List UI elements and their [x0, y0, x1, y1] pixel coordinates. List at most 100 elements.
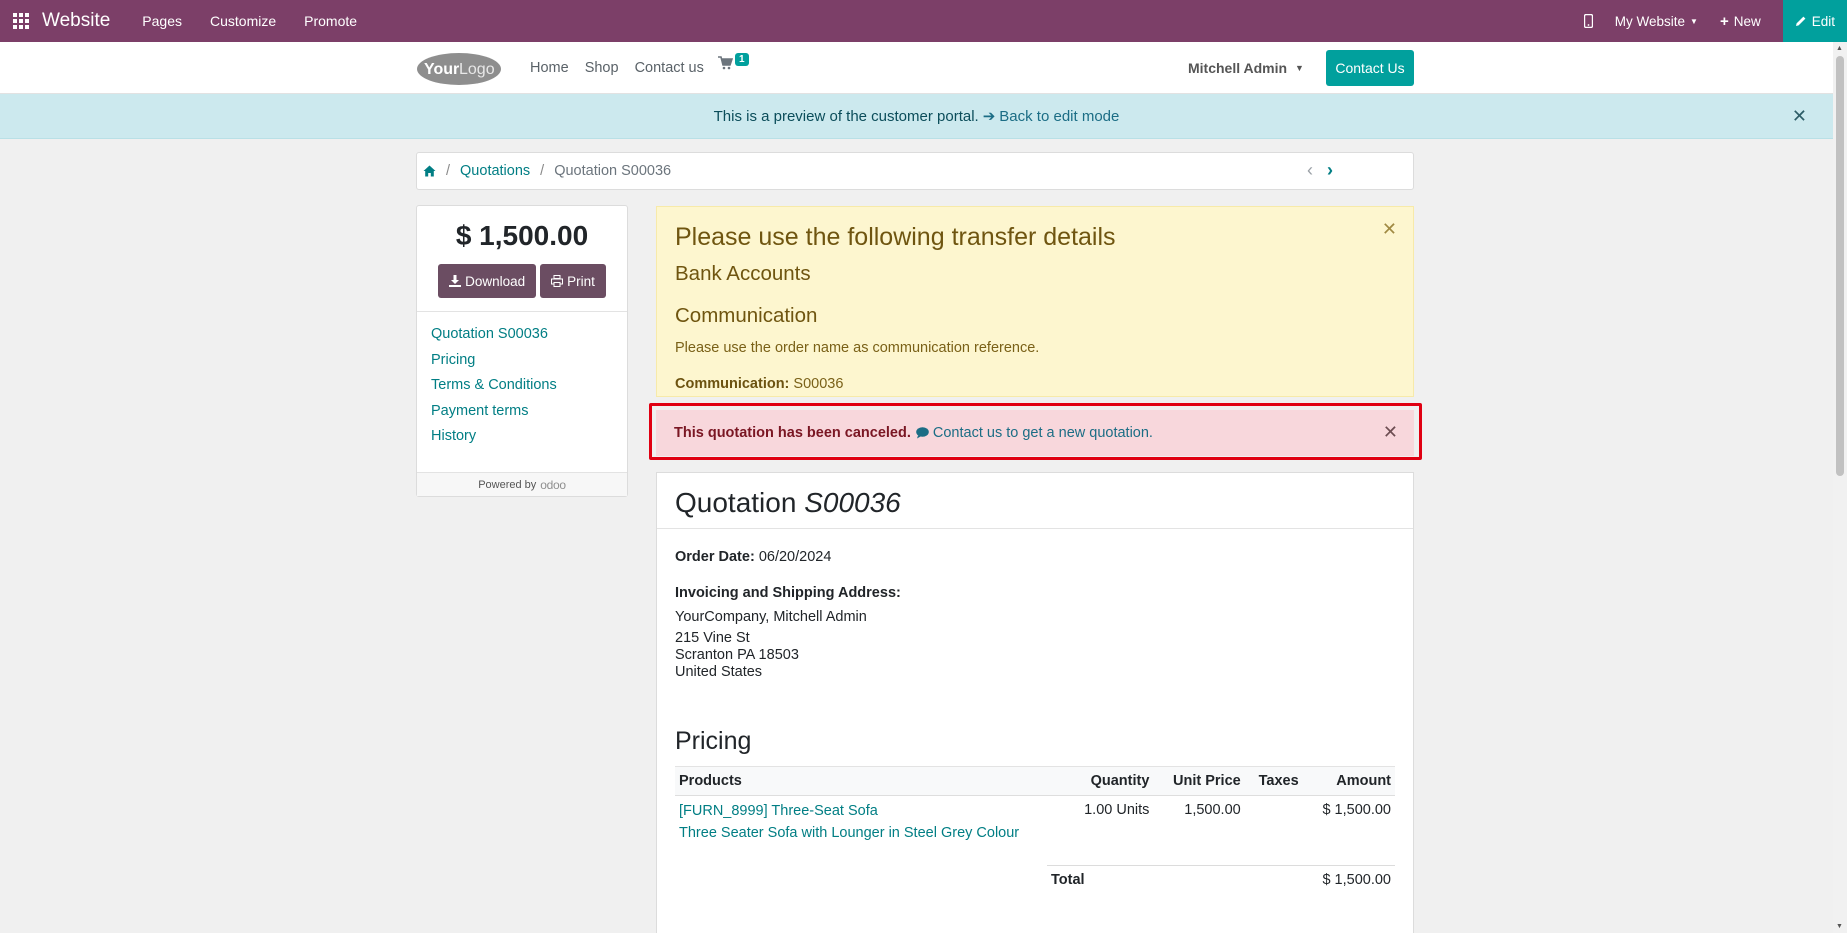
quantity-cell: 1.00 Units [1084, 802, 1150, 818]
download-button[interactable]: Download [438, 264, 537, 298]
mobile-preview-icon[interactable] [1583, 14, 1593, 28]
pricing-table: Products Quantity Unit Price Taxes Amoun… [675, 766, 1395, 850]
cart-count-badge: 1 [735, 53, 749, 66]
user-name: Mitchell Admin [1188, 60, 1288, 76]
contact-us-button[interactable]: Contact Us [1326, 50, 1414, 86]
quotation-title-prefix: Quotation [675, 487, 797, 518]
transfer-details-alert: Please use the following transfer detail… [656, 206, 1414, 397]
caret-down-icon: ▼ [1295, 63, 1304, 73]
breadcrumb-separator: / [540, 163, 545, 179]
comment-icon [916, 427, 929, 439]
scroll-up-icon[interactable]: ▲ [1836, 45, 1843, 52]
breadcrumb-current: Quotation S00036 [554, 163, 672, 179]
total-row: Total $ 1,500.00 [1047, 865, 1395, 894]
scroll-down-icon[interactable]: ▼ [1836, 923, 1843, 930]
toc-terms[interactable]: Terms & Conditions [431, 375, 627, 401]
toc-history[interactable]: History [431, 426, 627, 452]
chevron-right-icon[interactable]: › [1327, 160, 1333, 181]
address-block: YourCompany, Mitchell Admin 215 Vine St … [675, 609, 1395, 681]
col-quantity: Quantity [1090, 773, 1150, 789]
total-value: $ 1,500.00 [1322, 872, 1391, 888]
apps-menu-icon[interactable] [0, 0, 42, 42]
table-of-contents: Quotation S00036 Pricing Terms & Conditi… [417, 312, 627, 452]
back-to-edit-link[interactable]: ➔ Back to edit mode [982, 107, 1120, 126]
communication-instruction: Please use the order name as communicati… [675, 340, 1040, 356]
order-date-value: 06/20/2024 [758, 549, 832, 565]
toc-payment-terms[interactable]: Payment terms [431, 401, 627, 427]
product-description: Three Seater Sofa with Lounger in Steel … [679, 825, 1020, 841]
menu-customize[interactable]: Customize [210, 13, 276, 29]
app-brand[interactable]: Website [42, 10, 110, 32]
menu-pages[interactable]: Pages [142, 13, 182, 29]
taxes-cell [1245, 796, 1303, 851]
print-button[interactable]: Print [540, 264, 606, 298]
svg-text:Your: Your [424, 61, 459, 78]
transfer-title: Please use the following transfer detail… [675, 223, 1116, 251]
user-menu[interactable]: Mitchell Admin ▼ [1188, 42, 1304, 94]
edit-label: Edit [1811, 13, 1835, 29]
pencil-icon [1795, 16, 1806, 26]
download-icon [449, 275, 462, 287]
main-nav: Home Shop Contact us [530, 42, 704, 94]
close-icon[interactable]: ✕ [1383, 422, 1398, 443]
record-pager: ‹ › [1307, 160, 1333, 181]
communication-heading: Communication [675, 304, 818, 327]
my-website-dropdown[interactable]: My Website ▼ [1615, 14, 1698, 29]
product-cell: [FURN_8999] Three-Seat Sofa Three Seater… [675, 796, 1065, 851]
toc-quotation[interactable]: Quotation S00036 [431, 324, 627, 350]
home-icon[interactable] [423, 165, 436, 177]
cart-link[interactable]: 1 [718, 53, 749, 70]
new-label: New [1733, 13, 1761, 29]
col-taxes: Taxes [1258, 773, 1299, 789]
close-icon[interactable]: ✕ [1792, 106, 1807, 127]
communication-label: Communication: [675, 376, 790, 392]
contact-new-quotation-link[interactable]: Contact us to get a new quotation. [916, 425, 1153, 441]
nav-shop[interactable]: Shop [585, 60, 619, 76]
scrollbar-thumb[interactable] [1836, 56, 1844, 476]
new-button[interactable]: + New [1720, 13, 1761, 30]
quotation-number: S00036 [804, 487, 901, 518]
back-to-edit-label: Back to edit mode [999, 107, 1120, 125]
address-line: 215 Vine St [675, 630, 750, 646]
toc-pricing[interactable]: Pricing [431, 350, 627, 376]
quotation-sidebar: $ 1,500.00 Download Print Quotation S000… [416, 205, 628, 497]
my-website-label: My Website [1614, 13, 1686, 29]
chevron-left-icon[interactable]: ‹ [1307, 160, 1313, 181]
address-label: Invoicing and Shipping Address: [675, 585, 901, 601]
plus-icon: + [1719, 12, 1729, 30]
arrow-right-icon: ➔ [982, 108, 996, 125]
total-amount: $ 1,500.00 [455, 220, 589, 251]
site-header: Your Logo Home Shop Contact us 1 Mitchel… [0, 42, 1833, 94]
product-link[interactable]: [FURN_8999] Three-Seat Sofa [679, 800, 1061, 822]
total-label: Total [1051, 872, 1085, 888]
order-date-label: Order Date: [675, 549, 755, 565]
contact-new-quotation-label: Contact us to get a new quotation. [932, 425, 1153, 441]
preview-banner: This is a preview of the customer portal… [0, 94, 1833, 139]
nav-contact-us[interactable]: Contact us [635, 60, 704, 76]
order-date-row: Order Date: 06/20/2024 [675, 549, 1395, 565]
admin-bar: Website Pages Customize Promote My Websi… [0, 0, 1847, 42]
unit-price-cell: 1,500.00 [1184, 802, 1241, 818]
print-icon [551, 275, 564, 287]
download-label: Download [465, 273, 526, 289]
odoo-logo[interactable]: odoo [540, 478, 566, 492]
svg-text:Logo: Logo [459, 61, 495, 78]
page-scrollbar[interactable]: ▲ ▼ [1833, 42, 1847, 933]
pricing-heading: Pricing [675, 727, 752, 755]
quotation-card: Quotation S00036 Order Date: 06/20/2024 … [656, 472, 1414, 933]
powered-by-footer: Powered by odoo [417, 472, 627, 496]
col-products: Products [679, 773, 742, 789]
nav-home[interactable]: Home [530, 60, 569, 76]
bank-accounts-heading: Bank Accounts [675, 262, 811, 285]
address-line: Scranton PA 18503 [675, 647, 799, 663]
close-icon[interactable]: ✕ [1382, 219, 1397, 240]
communication-line: Communication: S00036 [675, 376, 1395, 392]
canceled-text: This quotation has been canceled. [674, 425, 911, 441]
site-logo[interactable]: Your Logo [416, 52, 502, 86]
edit-button[interactable]: Edit [1782, 0, 1847, 42]
col-amount: Amount [1336, 773, 1391, 789]
menu-promote[interactable]: Promote [304, 13, 357, 29]
col-unit-price: Unit Price [1173, 773, 1241, 789]
breadcrumb-quotations[interactable]: Quotations [460, 163, 530, 179]
breadcrumb: / Quotations / Quotation S00036 ‹ › [416, 152, 1414, 190]
